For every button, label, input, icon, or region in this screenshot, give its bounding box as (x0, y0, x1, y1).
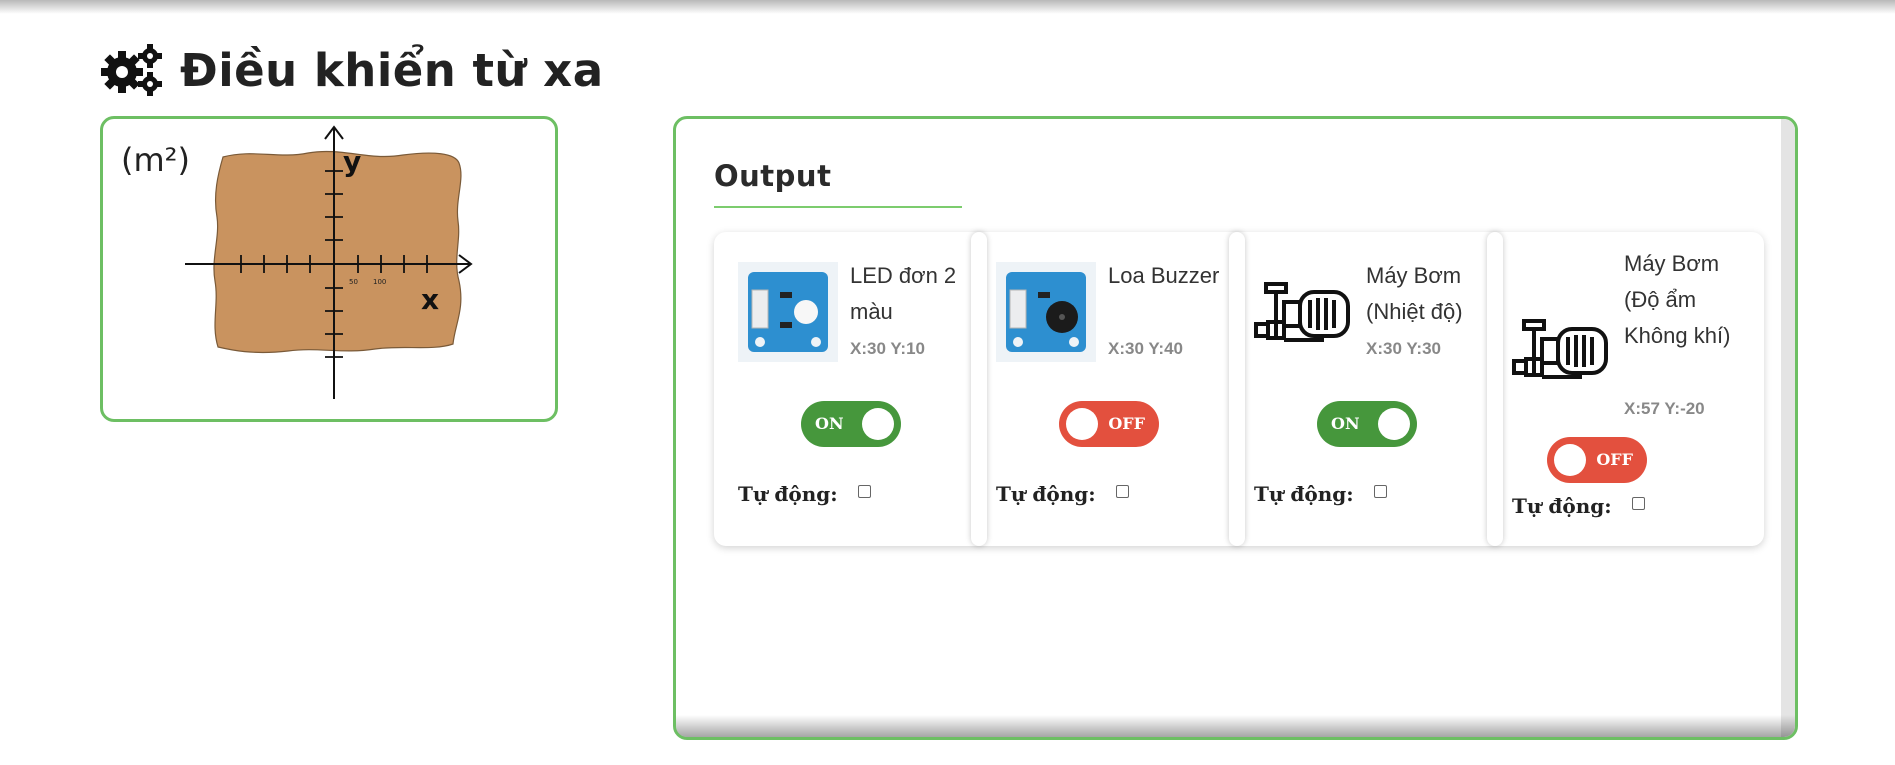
auto-row: Tự động: (1512, 494, 1645, 518)
pump-icon (1254, 282, 1350, 342)
x-tick-50: 50 (349, 278, 358, 286)
pump-temperature-auto-checkbox[interactable] (1373, 484, 1387, 498)
scrollbar[interactable] (1781, 119, 1795, 737)
auto-row: Tự động: (996, 482, 1129, 506)
toggle-knob (862, 408, 894, 440)
device-coords: X:30 Y:40 (1108, 339, 1183, 358)
device-cards: LED đơn 2 màu X:30 Y:10 ON Tự động: Loa … (714, 232, 1764, 546)
page-header: Điều khiển từ xa (98, 40, 604, 100)
auto-label: Tự động: (1254, 482, 1354, 506)
pump-temperature-toggle-switch[interactable]: ON (1317, 401, 1417, 447)
output-panel: Output LED đơn 2 màu X:30 Y:10 ON Tự độn… (673, 116, 1798, 740)
toggle-state-label: OFF (1596, 450, 1633, 469)
field-map-panel: (m²) y x 50 100 (100, 116, 558, 422)
device-name: LED đơn 2 màu (850, 263, 957, 324)
toggle-state-label: ON (1331, 414, 1360, 433)
pump-icon (1512, 319, 1608, 379)
bottom-shadow (676, 715, 1795, 737)
page-title: Điều khiển từ xa (180, 43, 604, 97)
led-module-icon (738, 262, 838, 362)
device-coords: X:30 Y:30 (1366, 339, 1441, 358)
device-name: Máy Bơm (Nhiệt độ) (1366, 263, 1463, 324)
buzzer-toggle-switch[interactable]: OFF (1059, 401, 1159, 447)
auto-row: Tự động: (1254, 482, 1387, 506)
field-map: (m²) y x 50 100 (121, 125, 473, 399)
field-area (213, 150, 462, 354)
toggle-knob (1066, 408, 1098, 440)
toggle-state-label: OFF (1108, 414, 1145, 433)
buzzer-module-icon (996, 262, 1096, 362)
area-unit-label: (m²) (121, 141, 190, 179)
device-card-pump-temperature: Máy Bơm (Nhiệt độ) X:30 Y:30 ON Tự động: (1230, 232, 1470, 546)
auto-row: Tự động: (738, 482, 871, 506)
led-auto-checkbox[interactable] (857, 484, 871, 498)
output-heading-underline (714, 206, 962, 208)
x-axis-label: x (421, 283, 439, 316)
toggle-knob (1554, 444, 1586, 476)
buzzer-auto-checkbox[interactable] (1115, 484, 1129, 498)
auto-label: Tự động: (996, 482, 1096, 506)
device-card-pump-humidity: Máy Bơm (Độ ẩm Không khí) X:57 Y:-20 OFF… (1488, 232, 1758, 546)
gears-icon (101, 44, 162, 96)
x-tick-100: 100 (373, 278, 386, 286)
device-coords: X:57 Y:-20 (1624, 399, 1705, 418)
top-shadow (0, 0, 1895, 14)
y-axis-label: y (343, 145, 361, 178)
device-coords: X:30 Y:10 (850, 339, 925, 358)
device-name: Máy Bơm (Độ ẩm Không khí) (1624, 251, 1731, 348)
device-name: Loa Buzzer (1108, 263, 1220, 288)
device-card-buzzer: Loa Buzzer X:30 Y:40 OFF Tự động: (972, 232, 1219, 546)
output-heading: Output (714, 159, 832, 193)
toggle-state-label: ON (815, 414, 844, 433)
toggle-knob (1378, 408, 1410, 440)
pump-humidity-auto-checkbox[interactable] (1631, 496, 1645, 510)
auto-label: Tự động: (1512, 494, 1612, 518)
auto-label: Tự động: (738, 482, 838, 506)
device-card-led: LED đơn 2 màu X:30 Y:10 ON Tự động: (714, 232, 956, 546)
led-toggle-switch[interactable]: ON (801, 401, 901, 447)
pump-humidity-toggle-switch[interactable]: OFF (1547, 437, 1647, 483)
